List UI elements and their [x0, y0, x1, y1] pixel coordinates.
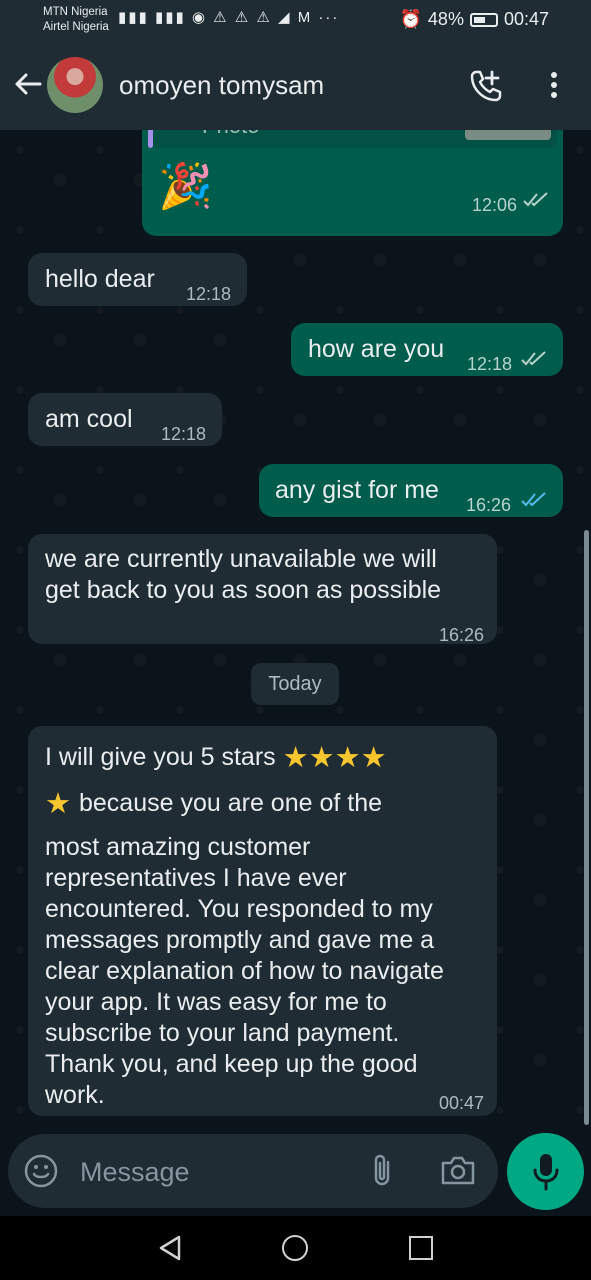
status-bar: MTN Nigeria Airtel Nigeria ▮▮▮ ▮▮▮ ◉ ⚠ ⚠… — [0, 0, 591, 42]
message-line: I will give you 5 stars ★★★★ — [45, 742, 490, 786]
photo-thumbnail — [465, 130, 551, 140]
message-line: representatives I have ever — [45, 864, 347, 892]
contact-name[interactable]: omoyen tomysam — [119, 70, 324, 101]
message-input[interactable] — [78, 1148, 362, 1196]
clock: 00:47 — [503, 9, 549, 29]
message-bubble-incoming[interactable]: I will give you 5 stars ★★★★ ★ because yo… — [28, 726, 497, 1116]
carrier-labels: MTN Nigeria Airtel Nigeria — [43, 5, 109, 35]
message-time: 16:26 — [466, 495, 512, 515]
nav-back-icon[interactable] — [157, 1234, 183, 1262]
battery-icon — [469, 12, 498, 27]
system-nav-bar — [0, 1216, 591, 1280]
message-line-text: I will give you 5 stars — [45, 743, 276, 771]
message-line-text: because you are one of the — [79, 789, 383, 817]
message-text: we are currently unavailable we will get… — [45, 544, 441, 606]
photo-reply-preview: Photo — [148, 130, 557, 148]
message-line: we are currently unavailable we will — [45, 545, 437, 573]
voice-record-button[interactable] — [507, 1133, 584, 1210]
star-emoji: ★ — [282, 742, 309, 774]
scrollbar[interactable] — [584, 530, 589, 1125]
signal-icon: ▮▮▮ — [154, 9, 186, 26]
message-line: messages promptly and gave me a — [45, 926, 435, 954]
message-text: am cool — [45, 405, 133, 433]
message-line: get back to you as soon as possible — [45, 576, 442, 604]
photo-label: Photo — [202, 130, 260, 141]
emoji-icon[interactable] — [24, 1154, 58, 1188]
message-line: ★ because you are one of the — [45, 788, 490, 832]
microphone-icon — [533, 1154, 559, 1191]
more-icon: ··· — [318, 9, 340, 26]
chat-header: omoyen tomysam — [0, 42, 591, 130]
message-time: 12:18 — [467, 354, 513, 374]
message-line: work. — [45, 1081, 105, 1109]
message-line: your app. It was easy for me to — [45, 988, 387, 1016]
message-line: clear explanation of how to navigate — [45, 957, 444, 985]
star-emoji: ★ — [334, 742, 361, 774]
reply-quote-bar — [148, 130, 153, 148]
warning-icon: ⚠ — [256, 9, 272, 26]
battery-percent: 48% — [427, 9, 464, 29]
more-options-icon[interactable] — [545, 70, 563, 102]
party-popper-emoji: 🎉 — [158, 162, 213, 211]
add-call-icon[interactable] — [468, 68, 504, 104]
star-emoji: ★ — [45, 788, 71, 820]
message-bubble-incoming[interactable]: am cool 12:18 — [28, 393, 222, 446]
message-line: encountered. You responded to my — [45, 895, 433, 923]
message-composer — [8, 1134, 498, 1208]
message-time: 16:26 — [438, 625, 484, 645]
star-emoji: ★ — [360, 742, 387, 774]
alarm-icon: ⏰ — [399, 9, 422, 29]
message-time: 00:47 — [438, 1093, 484, 1113]
attach-icon[interactable] — [368, 1152, 396, 1190]
message-line: most amazing customer — [45, 833, 311, 861]
message-time: 12:18 — [161, 424, 207, 444]
message-bubble-outgoing[interactable]: Photo 🎉 12:06 — [142, 130, 563, 236]
message-bubble-outgoing[interactable]: how are you 12:18 — [291, 323, 563, 376]
nav-recents-icon[interactable] — [409, 1236, 433, 1260]
camera-icon[interactable] — [440, 1154, 476, 1188]
avatar[interactable] — [47, 57, 103, 113]
double-check-icon — [523, 192, 548, 207]
date-separator: Today — [251, 663, 339, 705]
message-bubble-incoming[interactable]: hello dear 12:18 — [28, 253, 247, 306]
message-bubble-incoming[interactable]: we are currently unavailable we will get… — [28, 534, 497, 645]
carrier-1: MTN Nigeria — [43, 6, 108, 18]
message-text: any gist for me — [275, 476, 439, 504]
message-text: how are you — [308, 335, 445, 363]
message-line: Thank you, and keep up the good — [45, 1050, 418, 1078]
back-arrow-icon[interactable] — [12, 68, 44, 100]
message-bubble-outgoing[interactable]: any gist for me 16:26 — [259, 464, 563, 517]
status-right: ⏰ 48% 00:47 — [400, 9, 550, 30]
message-text: I will give you 5 stars ★★★★ ★ because yo… — [45, 742, 490, 1111]
message-text: hello dear — [45, 265, 155, 293]
double-check-blue-icon — [521, 492, 546, 507]
carrier-2: Airtel Nigeria — [43, 21, 109, 33]
message-time: 12:06 — [471, 195, 517, 215]
double-check-icon — [521, 351, 546, 366]
warning-icon: ⚠ — [213, 9, 229, 26]
notification-icons: ▮▮▮ ▮▮▮ ◉ ⚠ ⚠ ⚠ ◢ M ··· — [118, 8, 339, 26]
message-list[interactable]: Photo 🎉 12:06 hello dear 12:18 how are y… — [0, 130, 591, 1132]
message-line: subscribe to your land payment. — [45, 1019, 400, 1047]
telegram-icon: ◢ — [278, 9, 292, 26]
gmail-icon: M — [297, 9, 313, 26]
signal-icon: ▮▮▮ — [118, 9, 149, 26]
message-time: 12:18 — [186, 284, 232, 304]
nav-home-icon[interactable] — [282, 1235, 308, 1261]
warning-icon: ⚠ — [234, 9, 251, 26]
hotspot-icon: ◉ — [191, 9, 207, 26]
star-emoji: ★ — [308, 742, 335, 774]
